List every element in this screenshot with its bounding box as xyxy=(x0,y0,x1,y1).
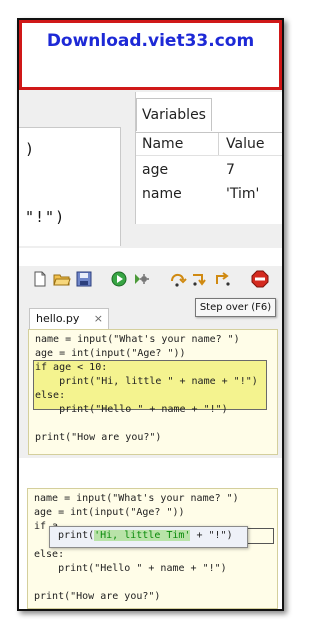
screenshot-frame: Download.viet33.com ) "!") Variables Nam… xyxy=(17,18,284,611)
debug-icon[interactable] xyxy=(132,270,150,288)
code-editor-partial: ) "!") xyxy=(19,127,121,246)
toolbar xyxy=(19,266,282,294)
evaluated-value: 'Hi, little Tim' xyxy=(94,530,191,541)
tooltip-step-over: Step over (F6) xyxy=(195,298,276,317)
code-line: age = int(input("Age? ")) xyxy=(34,507,185,518)
code-line: if age < 10: xyxy=(35,362,108,373)
evaluation-text: print('Hi, little Tim' + "!") xyxy=(58,530,233,541)
close-icon[interactable]: × xyxy=(94,309,103,329)
tab-variables[interactable]: Variables xyxy=(136,98,212,131)
step-into-icon[interactable] xyxy=(191,270,209,288)
code-line: age = int(input("Age? ")) xyxy=(35,348,186,359)
code-line: print("Hi, little " + name + "!") xyxy=(35,376,258,387)
column-divider[interactable] xyxy=(218,133,219,155)
evaluation-frame xyxy=(247,528,274,544)
code-line: else: xyxy=(35,390,66,401)
run-icon[interactable] xyxy=(110,270,128,288)
stop-icon[interactable] xyxy=(251,270,269,288)
save-icon[interactable] xyxy=(75,270,93,288)
step-over-icon[interactable] xyxy=(169,270,187,288)
table-row[interactable]: name 'Tim' xyxy=(136,182,282,206)
variable-value: 'Tim' xyxy=(226,186,260,202)
code-line: name = input("What's your name? ") xyxy=(35,334,240,345)
code-fragment: "!") xyxy=(25,208,66,226)
variables-table-header: Name Value xyxy=(136,132,282,156)
evaluation-popup: print('Hi, little Tim' + "!") xyxy=(49,526,248,548)
code-line: name = input("What's your name? ") xyxy=(34,493,239,504)
variables-view: Variables Name Value age 7 name 'Tim' xyxy=(135,92,282,224)
table-row[interactable]: age 7 xyxy=(136,158,282,182)
editor-panel: Step over (F6) hello.py × name = input("… xyxy=(19,266,282,458)
tab-label: hello.py xyxy=(36,312,80,325)
evaluation-prefix: print( xyxy=(58,530,95,541)
code-line: print("Hello " + name + "!") xyxy=(35,404,228,415)
new-file-icon[interactable] xyxy=(31,270,49,288)
banner: Download.viet33.com xyxy=(19,20,282,90)
column-header-name[interactable]: Name xyxy=(142,136,183,152)
open-folder-icon[interactable] xyxy=(53,270,71,288)
code-line: else: xyxy=(34,549,65,560)
column-header-value[interactable]: Value xyxy=(226,136,264,152)
banner-text: Download.viet33.com xyxy=(46,31,255,51)
variable-name: name xyxy=(142,186,182,202)
code-fragment: ) xyxy=(25,140,35,158)
variable-value: 7 xyxy=(226,162,235,178)
tab-hello-py[interactable]: hello.py × xyxy=(29,308,109,329)
code-line: print("How are you?") xyxy=(34,591,161,602)
code-editor-evaluation[interactable]: name = input("What's your name? ") age =… xyxy=(27,488,278,609)
variable-name: age xyxy=(142,162,169,178)
evaluation-suffix: + "!") xyxy=(190,530,233,541)
code-line: print("Hello " + name + "!") xyxy=(34,563,227,574)
code-line: print("How are you?") xyxy=(35,432,162,443)
step-out-icon[interactable] xyxy=(213,270,231,288)
variables-panel-view: ) "!") Variables Name Value age 7 name '… xyxy=(19,90,282,248)
code-editor[interactable]: name = input("What's your name? ") age =… xyxy=(28,329,278,455)
